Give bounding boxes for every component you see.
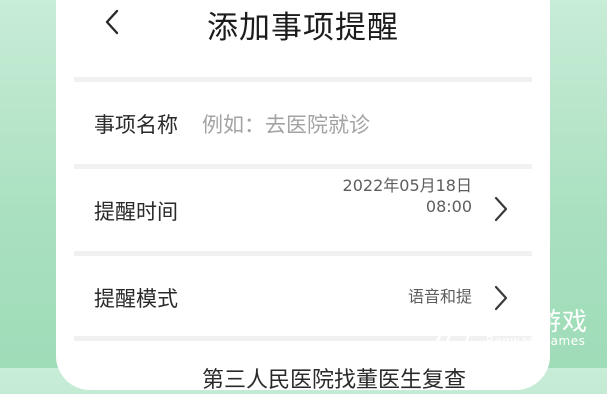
watermark-name: 仍玩游戏 — [484, 307, 589, 336]
watermark: 仍玩游戏 Renwan Games — [430, 298, 607, 358]
event-note-text: 第三人民医院找董医生复查 — [202, 368, 467, 393]
remind-time-row[interactable]: 提醒时间 2022年05月18日 08:00 — [56, 169, 550, 251]
remind-time-value: 2022年05月18日 08:00 — [342, 176, 472, 216]
chevron-right-icon[interactable] — [492, 195, 510, 223]
remind-time-label: 提醒时间 — [94, 200, 178, 224]
event-name-input[interactable]: 例如：去医院就诊 — [202, 109, 370, 139]
event-name-label: 事项名称 — [94, 113, 178, 137]
logo-icon — [434, 304, 474, 346]
watermark-sub: Renwan Games — [486, 334, 586, 348]
event-name-row[interactable]: 事项名称 例如：去医院就诊 — [56, 82, 550, 164]
header: 添加事项提醒 — [56, 0, 550, 50]
remind-mode-label: 提醒模式 — [94, 287, 178, 311]
page-title: 添加事项提醒 — [207, 10, 399, 46]
